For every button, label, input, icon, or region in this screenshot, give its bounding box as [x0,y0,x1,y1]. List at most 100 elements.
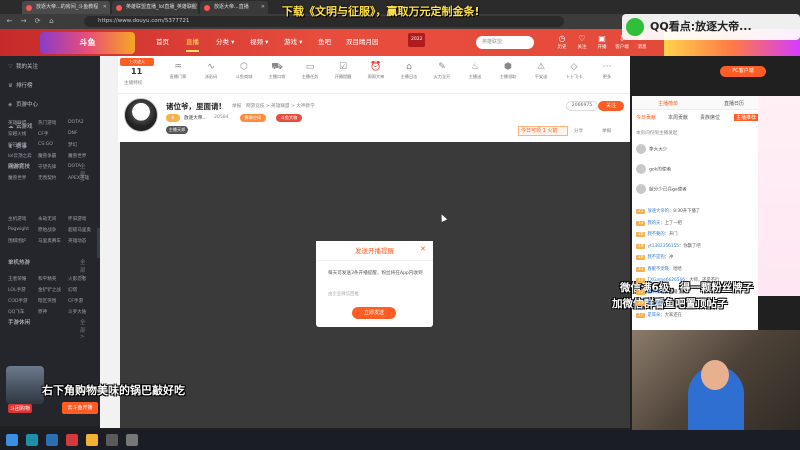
sidebar-category-link[interactable]: 主机游戏 [8,216,26,222]
back-icon[interactable]: ← [4,16,15,27]
chat-username[interactable]: 我不是狗 [647,255,664,260]
chat-message[interactable]: 18 yt1382356155：你飘了吧 [636,243,701,249]
sidebar-category-link[interactable]: 梦幻 [68,142,77,148]
forward-icon[interactable]: → [18,16,29,27]
tool-item[interactable]: ⋯ 更多 [595,60,619,80]
sidebar-category-link[interactable]: Pogwight [8,227,29,232]
sidebar-group-title[interactable]: 手游休闲 全部 > [8,318,86,340]
chat-message[interactable]: 21 放逐大帝的：8:30开下播了 [636,208,700,214]
tool-item[interactable]: ☑ 开播提醒 [331,60,355,80]
shop-avatar[interactable] [6,366,44,404]
rank-row[interactable]: 李大大少 [636,144,667,154]
rank-row[interactable]: gok的使者 [636,164,671,174]
nav-category[interactable]: 分类 ▾ [216,29,234,56]
browser-tab-2[interactable]: 英雄联盟直播_lol直播_英雄联盟 ✕ [112,1,198,14]
settings-icon[interactable] [126,434,138,446]
sidebar-category-link[interactable]: 原始战争 [38,227,56,233]
refresh-icon[interactable]: ⟳ [32,16,43,27]
close-icon[interactable]: ✕ [191,1,195,14]
pc-client-button[interactable]: PC客户端 [720,66,766,77]
tab-noble[interactable]: 贵族席位 [700,114,720,121]
side-promo[interactable] [758,96,800,296]
site-logo[interactable]: 斗鱼 [40,32,135,54]
app-icon[interactable] [66,434,78,446]
nav-games[interactable]: 游戏 ▾ [284,29,302,56]
chat-message[interactable]: 24 我不是狗：冲 [636,254,673,260]
anchor-avatar[interactable] [124,98,158,132]
sidebar-category-link[interactable]: 魔兽世界 [8,175,26,181]
chat-message[interactable]: 21 春眠不觉晓：哈哈 [636,266,682,272]
tool-item[interactable]: ✎ 火力全开 [430,60,454,80]
nav-video[interactable]: 视频 ▾ [250,29,268,56]
rank-row[interactable]: 敲分少已兵ga使者 [636,184,687,194]
tool-item[interactable]: ⬢ 主播领取 [496,60,520,80]
sidebar-category-link[interactable]: 热门游戏 [38,120,56,126]
sidebar-category-link[interactable]: 守望先锋 [38,164,56,170]
sidebar-category-link[interactable]: 魔兽世界 [68,153,86,159]
sidebar-category-link[interactable]: 无畏契约 [38,175,56,181]
sidebar-category-link[interactable]: 斗罗大陆 [68,309,86,315]
sidebar-category-link[interactable]: 暗区突围 [38,298,56,304]
nav-fishbar[interactable]: 鱼吧 [318,29,331,56]
search-input[interactable]: 英雄联盟 [476,36,534,49]
tool-item[interactable]: ▭ 主播任务 [298,60,322,80]
tab-calendar[interactable]: 直播日历 [724,100,744,107]
room-category[interactable]: 网游竞技 > 英雄联盟 > 大神教学 [246,103,315,109]
chat-username[interactable]: 是耳朵 [647,313,660,318]
app-icon[interactable] [106,434,118,446]
tool-item[interactable]: ♨ 主播送 [463,60,487,80]
sidebar-category-link[interactable]: LOL手游 [8,287,26,293]
start-broadcast-button[interactable]: 去斗鱼开播 [62,402,98,414]
report-link-2[interactable]: 举报 [602,128,611,134]
daily-reward-box[interactable]: 今日可领 1 火箭 [518,126,568,136]
send-now-button[interactable]: 立即发送 [352,307,396,319]
tool-item[interactable]: ⌂ 主播日志 [397,60,421,80]
tab-recommend[interactable]: 主播推荐 [734,114,759,121]
tool-item[interactable]: ⬡ 斗鱼商城 [232,60,256,80]
chat-message[interactable]: 28 我不要的：开门 [636,231,678,237]
sidebar-category-link[interactable]: 金铲铲之战 [38,287,61,293]
tool-item[interactable]: ∿ 派彩码 [199,60,223,80]
sidebar-category-link[interactable]: 冒险岛 [8,164,22,170]
chat-message[interactable]: 12 风清云淡：下播了 [636,289,682,295]
sidebar-category-link[interactable]: 永劫无间 [38,216,56,222]
chrome-icon[interactable] [86,434,98,446]
nav-home[interactable]: 首页 [156,29,169,56]
sidebar-category-link[interactable]: 幻塔 [68,287,77,293]
tool-item[interactable]: ⏰ 周周大神 [364,60,388,80]
tool-item[interactable]: ♒ 直播门票 [166,60,190,80]
sidebar-item-rank[interactable]: ♛ 排行榜 [8,81,33,89]
sidebar-category-link[interactable]: 怀旧游戏 [68,216,86,222]
sidebar-category-link[interactable]: 围棋围炉 [8,238,26,244]
report-link[interactable]: 举报 [232,103,241,109]
sidebar-item-follow[interactable]: ♡ 我的关注 [8,62,38,70]
close-icon[interactable]: ✕ [261,1,265,14]
edge-icon[interactable] [26,434,38,446]
nav-live[interactable]: 直播 [186,29,199,56]
host-name[interactable]: 放逐大帝... [184,115,207,121]
chat-message[interactable]: 13 我的天：上了一把 [636,220,682,226]
sidebar-category-link[interactable]: CS:GO [38,142,53,147]
browser-tab-1[interactable]: 放逐大帝...的房间_斗鱼教程 ✕ [22,1,110,14]
tab-anchor-rank[interactable]: 主播榜单 [658,100,678,107]
chat-message[interactable]: 19 TXGame6626566：大师，还是不行 [636,277,719,283]
windows-start-icon[interactable] [6,434,18,446]
sidebar-category-link[interactable]: 原神 [38,309,47,315]
sidebar-category-link[interactable]: 英雄联盟 [8,120,26,126]
chat-username[interactable]: yt1382356155 [647,244,679,249]
chat-message[interactable]: 23 爱上游戏：来了 [636,300,678,306]
sidebar-category-link[interactable]: COD手游 [8,298,28,304]
sidebar-category-link[interactable]: 马里奥赛车 [38,238,61,244]
chat-username[interactable]: 风清云淡 [647,290,664,295]
sidebar-category-link[interactable]: 火影忍者 [68,276,86,282]
close-icon[interactable]: ✕ [420,245,426,253]
browser-tab-3[interactable]: 放逐大帝...直播 ✕ [200,1,268,14]
chat-message[interactable]: 17 是耳朵：大家还在 [636,312,682,318]
sidebar-category-link[interactable]: CF手游 [68,298,83,304]
tab-week[interactable]: 本周贡献 [668,114,688,121]
chat-username[interactable]: 爱上游戏 [647,301,664,306]
sidebar-category-link[interactable]: DOTA2 [68,120,84,125]
tool-item[interactable]: ⛟ 主播口袋 [265,60,289,80]
sidebar-category-link[interactable]: DNF [68,131,78,136]
sidebar-item-webgame[interactable]: ◈ 页游中心 [8,100,38,108]
